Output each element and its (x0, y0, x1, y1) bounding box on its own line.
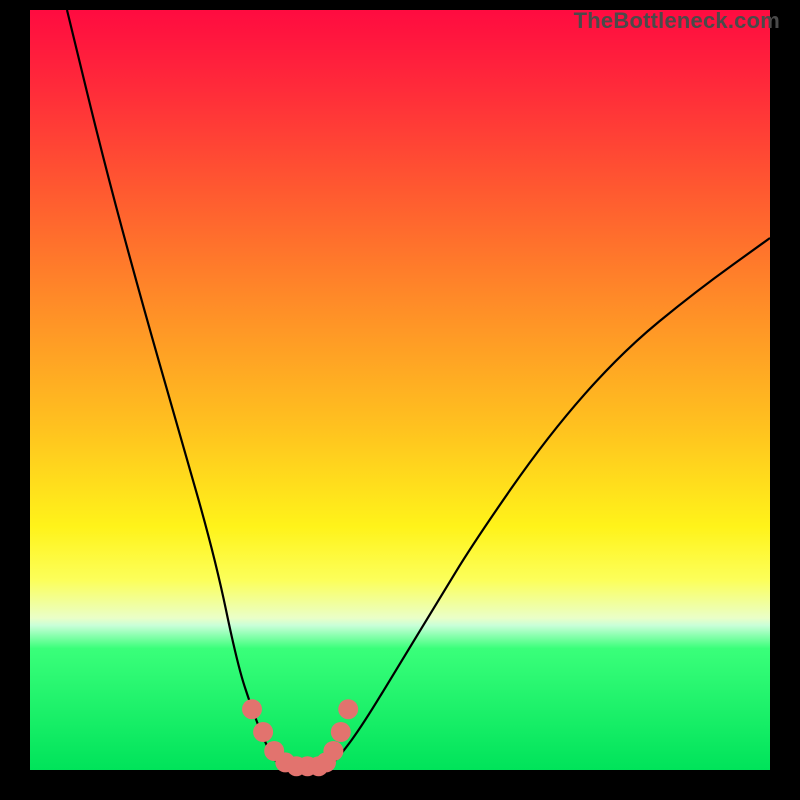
optimal-zone-markers (242, 699, 358, 776)
bottleneck-curve-svg (0, 0, 800, 800)
optimal-point-marker (331, 722, 351, 742)
optimal-point-marker (242, 699, 262, 719)
optimal-point-marker (338, 699, 358, 719)
optimal-point-marker (323, 741, 343, 761)
bottleneck-curve-path (67, 10, 770, 770)
curve-line (67, 10, 770, 770)
optimal-point-marker (253, 722, 273, 742)
